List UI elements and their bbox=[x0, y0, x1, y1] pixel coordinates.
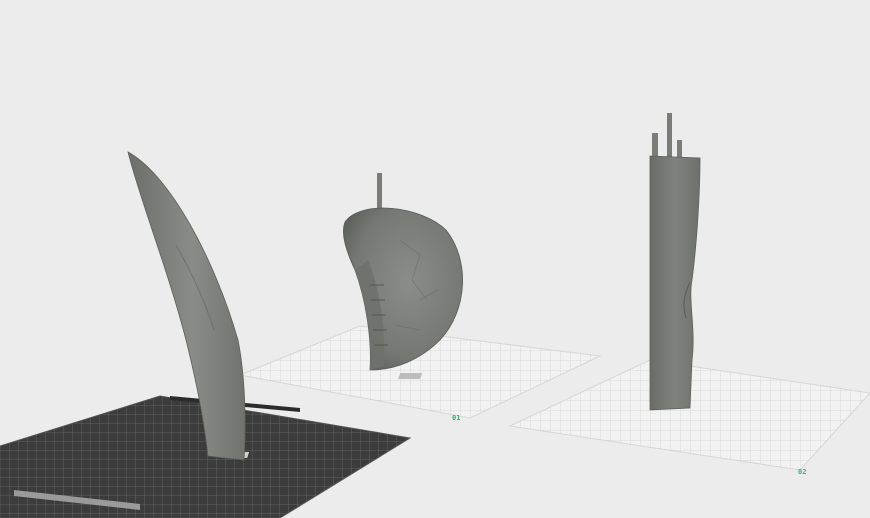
plate-number-label: 01 bbox=[452, 414, 460, 422]
support-pin bbox=[677, 140, 682, 158]
support-pin bbox=[667, 113, 672, 158]
model-column[interactable] bbox=[649, 113, 701, 411]
3d-viewport[interactable]: 01 02 bbox=[0, 0, 870, 518]
plate-number-label: 02 bbox=[798, 468, 806, 476]
support-pin bbox=[652, 133, 658, 158]
plate-tab bbox=[398, 373, 423, 379]
support-pin bbox=[377, 173, 382, 209]
scene-canvas[interactable]: 01 02 bbox=[0, 0, 870, 518]
